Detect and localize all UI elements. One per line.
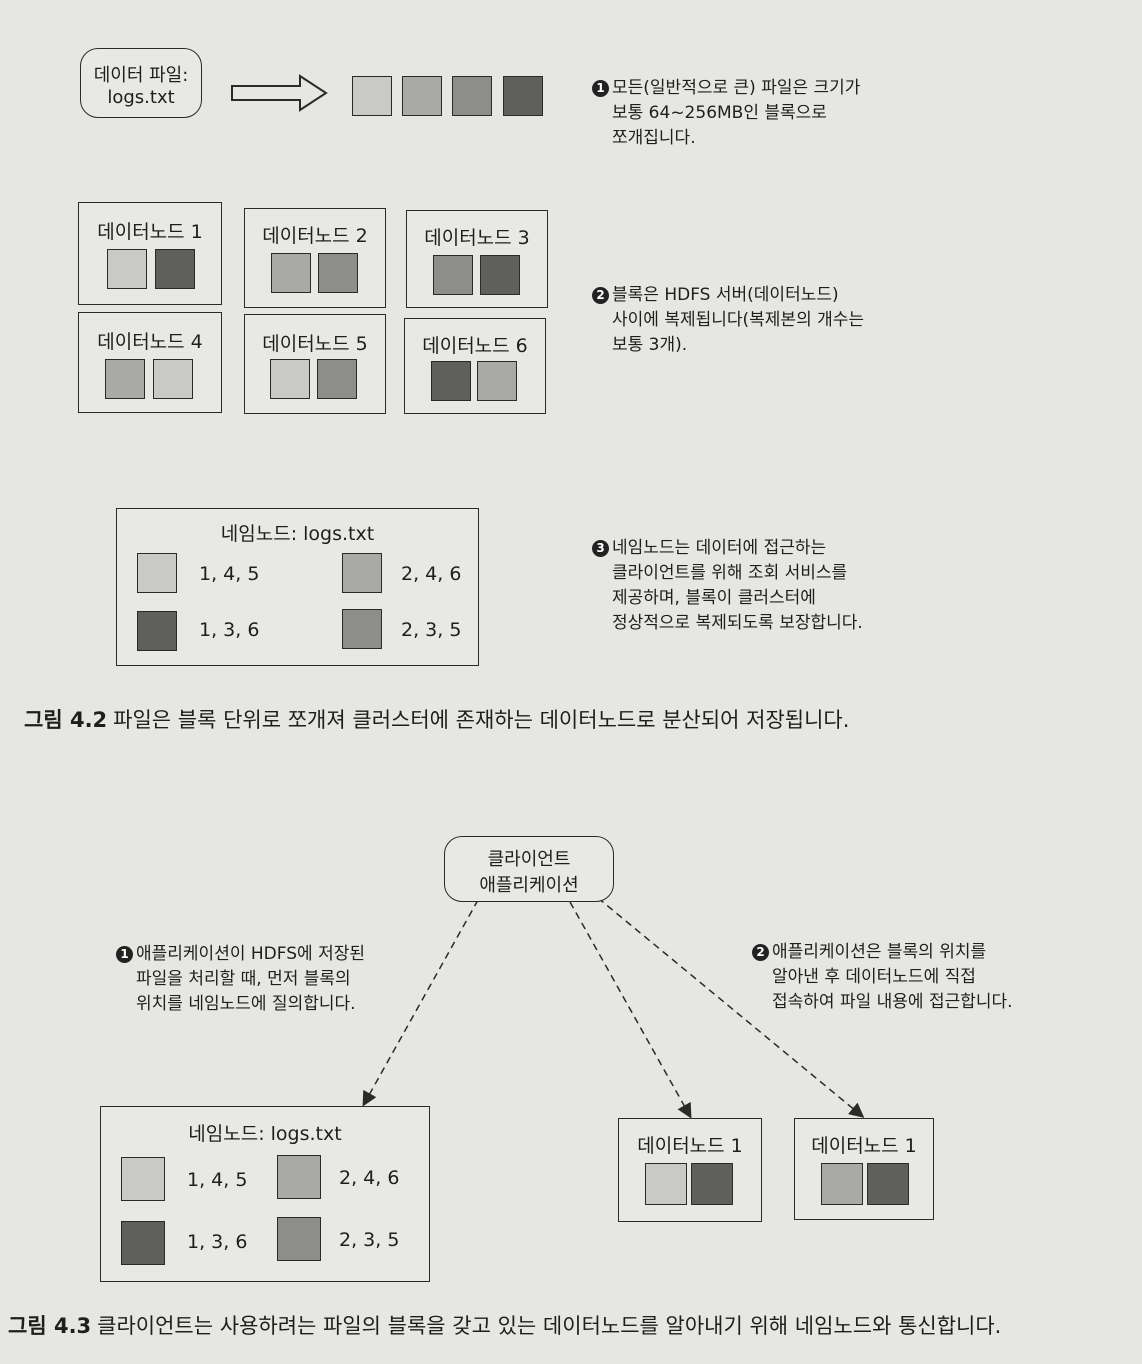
note-line: 애플리케이션이 HDFS에 저장된 (136, 944, 365, 964)
note-line: 블록은 HDFS 서버(데이터노드) (612, 285, 839, 305)
note-line: 위치를 네임노드에 질의합니다. (136, 994, 356, 1014)
datanode-1: 데이터노드 1 (78, 202, 222, 305)
datanode-5: 데이터노드 5 (244, 314, 386, 414)
data-file-label-line1: 데이터 파일: (93, 65, 189, 86)
note-line: 정상적으로 복제되도록 보장합니다. (612, 613, 863, 633)
note-number-badge: 3 (592, 540, 609, 557)
block (270, 359, 310, 399)
block (317, 359, 357, 399)
note-replication: 2 블록은 HDFS 서버(데이터노드) 사이에 복제됩니다(복제본의 개수는 보… (592, 283, 932, 358)
block-locations: 2, 4, 6 (401, 563, 462, 585)
note-number-badge: 1 (116, 946, 133, 963)
file-block-2 (402, 76, 442, 116)
note-query-namenode: 1 애플리케이션이 HDFS에 저장된 파일을 처리할 때, 먼저 블록의 위치를… (116, 942, 436, 1017)
note-number-badge: 2 (592, 287, 609, 304)
note-number-badge: 2 (752, 944, 769, 961)
caption-text: 클라이언트는 사용하려는 파일의 블록을 갖고 있는 데이터노드를 알아내기 위… (97, 1314, 1002, 1338)
block-locations: 2, 3, 5 (339, 1229, 400, 1251)
client-label-line2: 애플리케이션 (479, 875, 579, 896)
block (645, 1163, 687, 1205)
datanode-label: 데이터노드 4 (97, 331, 203, 353)
datanode-label: 데이터노드 5 (262, 333, 368, 355)
note-line: 클라이언트를 위해 조회 서비스를 (612, 563, 848, 583)
block-locations: 1, 3, 6 (187, 1231, 248, 1253)
block (433, 255, 473, 295)
datanode-4: 데이터노드 4 (78, 312, 222, 413)
block (342, 553, 382, 593)
file-block-3 (452, 76, 492, 116)
datanode-label: 데이터노드 1 (97, 221, 203, 243)
block-locations: 1, 4, 5 (199, 563, 260, 585)
note-line: 모든(일반적으로 큰) 파일은 크기가 (612, 78, 861, 98)
block (342, 609, 382, 649)
client-label-line1: 클라이언트 (487, 849, 571, 870)
block (477, 361, 517, 401)
block (867, 1163, 909, 1205)
datanode-2: 데이터노드 2 (244, 208, 386, 308)
block (137, 611, 177, 651)
arrow-to-datanode-a (569, 901, 692, 1119)
datanode-6: 데이터노드 6 (404, 318, 546, 414)
data-file-box: 데이터 파일: logs.txt (80, 48, 202, 118)
datanode-a: 데이터노드 1 (618, 1118, 762, 1222)
datanode-label: 데이터노드 2 (262, 225, 368, 247)
datanode-3: 데이터노드 3 (406, 210, 548, 308)
note-line: 쪼개집니다. (612, 128, 696, 148)
block (691, 1163, 733, 1205)
namenode-box: 네임노드: logs.txt 1, 4, 5 2, 4, 6 1, 3, 6 2… (116, 508, 479, 666)
block (121, 1221, 165, 1265)
block (480, 255, 520, 295)
figure-number: 그림 4.3 (8, 1314, 92, 1338)
note-line: 네임노드는 데이터에 접근하는 (612, 538, 827, 558)
namenode-title: 네임노드: logs.txt (220, 523, 375, 545)
note-line: 파일을 처리할 때, 먼저 블록의 (136, 969, 351, 989)
block (155, 249, 195, 289)
note-access-datanode: 2 애플리케이션은 블록의 위치를 알아낸 후 데이터노드에 직접 접속하여 파일… (752, 940, 1082, 1015)
note-line: 접속하여 파일 내용에 접근합니다. (772, 992, 1013, 1012)
datanode-label: 데이터노드 1 (811, 1135, 917, 1157)
block-locations: 2, 3, 5 (401, 619, 462, 641)
note-line: 제공하며, 블록이 클러스터에 (612, 588, 816, 608)
note-line: 애플리케이션은 블록의 위치를 (772, 942, 987, 962)
block-locations: 1, 4, 5 (187, 1169, 248, 1191)
note-line: 알아낸 후 데이터노드에 직접 (772, 967, 976, 987)
figure-caption: 그림 4.3 클라이언트는 사용하려는 파일의 블록을 갖고 있는 데이터노드를 … (8, 1310, 1001, 1340)
note-line: 사이에 복제됩니다(복제본의 개수는 (612, 310, 865, 330)
figure-number: 그림 4.2 (24, 708, 108, 732)
namenode-box: 네임노드: logs.txt 1, 4, 5 2, 4, 6 1, 3, 6 2… (100, 1106, 430, 1282)
block (271, 253, 311, 293)
datanode-label: 데이터노드 3 (424, 227, 530, 249)
note-number-badge: 1 (592, 80, 609, 97)
block-locations: 1, 3, 6 (199, 619, 260, 641)
note-line: 보통 64~256MB인 블록으로 (612, 103, 827, 123)
note-split-blocks: 1 모든(일반적으로 큰) 파일은 크기가 보통 64~256MB인 블록으로 쪼… (592, 76, 922, 151)
block (821, 1163, 863, 1205)
figure-caption: 그림 4.2 파일은 블록 단위로 쪼개져 클러스터에 존재하는 데이터노드로 분… (24, 704, 849, 734)
block (107, 249, 147, 289)
block-locations: 2, 4, 6 (339, 1167, 400, 1189)
file-block-1 (352, 76, 392, 116)
block (105, 359, 145, 399)
datanode-label: 데이터노드 6 (422, 335, 528, 357)
block (153, 359, 193, 399)
caption-text: 파일은 블록 단위로 쪼개져 클러스터에 존재하는 데이터노드로 분산되어 저장… (113, 708, 850, 732)
datanode-label: 데이터노드 1 (637, 1135, 743, 1157)
file-block-4 (503, 76, 543, 116)
block (277, 1217, 321, 1261)
block (431, 361, 471, 401)
note-line: 보통 3개). (612, 335, 688, 355)
block (137, 553, 177, 593)
block (318, 253, 358, 293)
client-application-box: 클라이언트 애플리케이션 (444, 836, 614, 902)
block (121, 1157, 165, 1201)
datanode-b: 데이터노드 1 (794, 1118, 934, 1220)
note-namenode: 3 네임노드는 데이터에 접근하는 클라이언트를 위해 조회 서비스를 제공하며,… (592, 536, 932, 636)
block (277, 1155, 321, 1199)
namenode-title: 네임노드: logs.txt (188, 1123, 342, 1145)
data-file-label-line2: logs.txt (107, 87, 175, 108)
